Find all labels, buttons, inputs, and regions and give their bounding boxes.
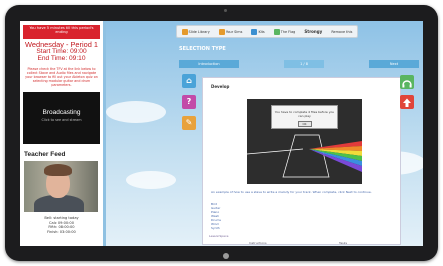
toolbar-your-sims[interactable]: Your Sims [218,28,242,35]
upload-button[interactable] [400,95,414,109]
top-toolbar: Slide Library Your Sims Kits The Flag St… [176,25,358,38]
content-heading: Develop [211,84,230,89]
teacher-video-feed[interactable] [24,161,98,212]
teacher-feed-title: Teacher Feed [24,151,66,158]
start-label: Start Time: [36,48,69,55]
help-tile-button[interactable]: ? [182,95,196,109]
period-info: Wednesday - Period 1 Start Time: 09:00 E… [23,41,100,62]
audio-button[interactable] [400,75,414,89]
toolbar-kits[interactable]: Kits [251,28,265,35]
footer-instructions[interactable]: Instructions [249,241,267,245]
option-list: Bird Guitar Piano Wash Drums Wind Synth [211,202,221,230]
main-area: Slide Library Your Sims Kits The Flag St… [106,21,423,246]
lesson-nav: Introduction 1 / 8 Next [179,60,419,68]
toolbar-flag[interactable]: The Flag [273,28,295,35]
upload-icon [403,98,411,107]
library-icon [181,28,188,35]
prism-visualization: You have to complete 4 files before you … [247,99,362,184]
notes-icon: ✎ [185,118,193,127]
end-label: End Time: [37,55,68,62]
cloud-decoration [126,171,176,189]
sidebar: You have 5 minutes till this period's en… [20,21,106,246]
camera-dot [224,9,227,12]
list-item[interactable]: Synth [211,226,221,230]
toolbar-slide-library[interactable]: Slide Library [181,28,210,35]
notice-text: Please check the TFV at the link below t… [25,67,98,88]
alert-dialog: You have to complete 4 files before you … [271,105,338,129]
home-icon: ⌂ [186,76,192,85]
prism-icon [282,134,330,178]
start-time-row: Start Time: 09:00 [23,48,100,55]
content-description: An example of how to use a stave to writ… [211,190,372,194]
kits-icon [251,28,258,35]
cloud-decoration [106,101,166,123]
toolbar-remove[interactable]: Remove this [331,30,352,34]
logo: LessonSpace [209,234,229,238]
light-beam-icon [247,148,304,155]
dialog-ok-button[interactable]: OK [297,121,312,127]
screen: You have 5 minutes till this period's en… [20,21,423,246]
sims-icon [218,28,225,35]
dialog-message: You have to complete 4 files before you … [274,110,335,118]
tablet-frame: You have 5 minutes till this period's en… [5,5,438,261]
toolbar-strongy[interactable]: Strongy [304,29,322,34]
video-person-hair [44,164,72,176]
content-panel: Develop You have to complete 4 files bef… [202,77,401,245]
period-title: Wednesday - Period 1 [25,40,98,49]
alert-banner: You have 5 minutes till this period's en… [23,25,100,39]
home-tile-button[interactable]: ⌂ [182,74,196,88]
broadcast-panel[interactable]: Broadcasting Click to see and stream [23,92,100,144]
headphones-icon [402,80,412,88]
end-time-row: End Time: 09:10 [23,55,100,62]
nav-previous-button[interactable]: Introduction [179,60,239,68]
footer-row: Instructions Tasks [179,241,419,245]
nav-next-button[interactable]: Next [369,60,419,68]
schedule-list: Bell: starting today Calc 09:00:00 Fifth… [24,216,99,234]
home-button[interactable] [223,253,229,259]
broadcast-subtitle: Click to see and stream [41,118,82,122]
nav-page-indicator: 1 / 8 [284,60,324,68]
broadcast-title: Broadcasting [42,109,81,116]
schedule-item: Finish: 03:00:00 [47,229,76,234]
footer-tasks[interactable]: Tasks [339,241,347,245]
end-time: 09:10 [69,55,86,62]
lesson-title: SELECTION TYPE [179,46,226,52]
flag-icon [273,28,280,35]
notes-tile-button[interactable]: ✎ [182,116,196,130]
start-time: 09:00 [70,48,87,55]
question-icon: ? [186,97,192,106]
